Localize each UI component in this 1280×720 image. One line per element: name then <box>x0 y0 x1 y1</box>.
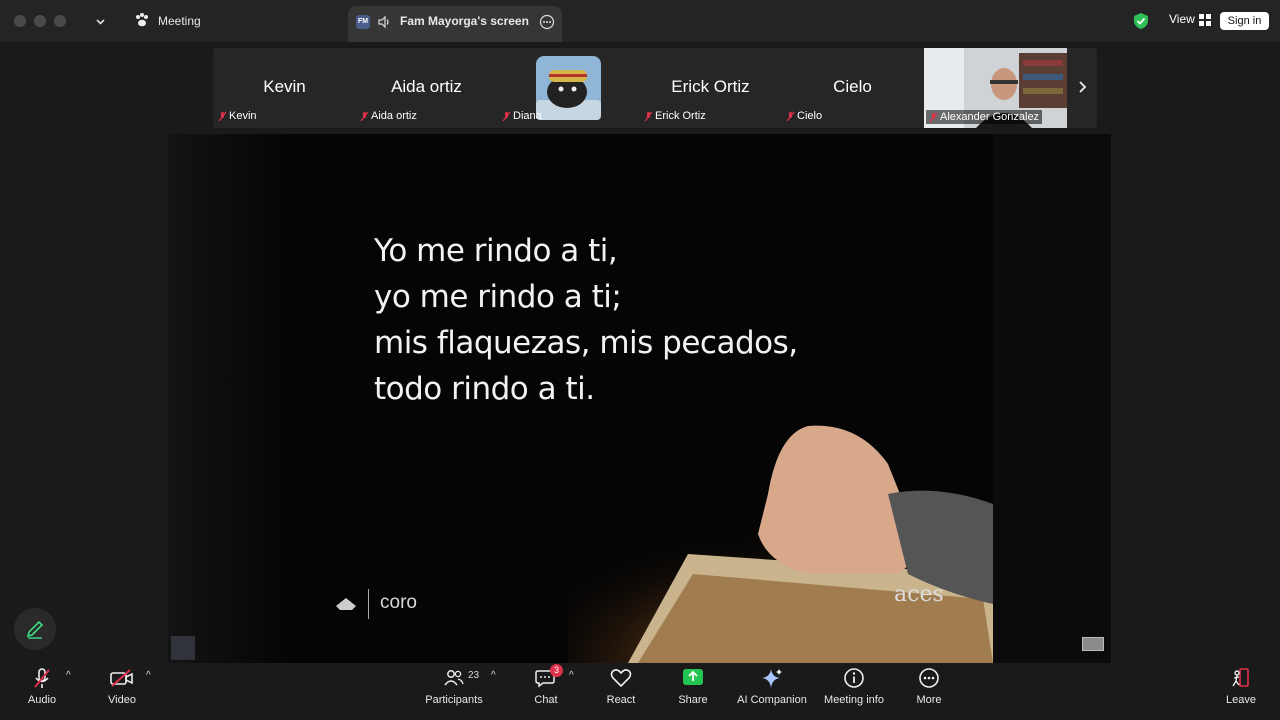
lyric-line: todo rindo a ti. <box>374 371 595 407</box>
participant-strip: Kevin Kevin Aida ortiz Aida ortiz Diana … <box>213 48 1097 128</box>
video-off-icon <box>110 669 133 687</box>
mic-muted-icon <box>786 111 795 121</box>
section-label: coro <box>380 592 417 613</box>
mic-off-icon <box>34 668 50 688</box>
heart-icon <box>610 669 632 688</box>
annotate-button[interactable] <box>14 608 56 650</box>
participants-icon <box>444 670 464 686</box>
react-button[interactable]: React <box>600 664 642 720</box>
meeting-title: Meeting <box>158 14 201 28</box>
participant-display-name: Cielo <box>833 77 872 96</box>
shield-check-icon[interactable] <box>1133 12 1149 30</box>
chat-button[interactable]: 3 Chat <box>525 664 567 720</box>
slide-thumbnail <box>171 636 195 660</box>
shared-screen: Yo me rindo a ti, yo me rindo a ti; mis … <box>168 134 1111 663</box>
view-button[interactable]: View <box>1169 12 1195 26</box>
participants-label: Participants <box>425 694 483 706</box>
participant-name: Alexander Gonzalez <box>940 111 1040 123</box>
participant-avatar-photo <box>536 56 601 120</box>
church-logo-icon <box>336 598 356 610</box>
lyric-line: mis flaquezas, mis pecados, <box>374 325 798 361</box>
leave-icon <box>1232 668 1249 687</box>
chat-unread-badge: 3 <box>550 664 563 677</box>
mic-muted-icon <box>929 112 938 122</box>
participants-options-caret[interactable]: ^ <box>491 670 496 681</box>
mic-muted-icon <box>502 111 511 121</box>
minimize-window-button[interactable] <box>34 15 46 27</box>
video-label: Video <box>108 694 136 706</box>
audio-button[interactable]: Audio <box>18 664 66 720</box>
react-label: React <box>606 694 636 706</box>
lyric-line: Yo me rindo a ti, <box>374 233 618 269</box>
more-options-icon[interactable] <box>539 14 555 30</box>
participant-label: Erick Ortiz <box>644 110 706 122</box>
title-bar: Meeting FM Fam Mayorga's screen View Sig… <box>0 0 1280 42</box>
meeting-info-button[interactable]: Meeting info <box>818 664 890 720</box>
screen-share-tab[interactable]: FM Fam Mayorga's screen <box>348 6 562 42</box>
lyrics-text: Yo me rindo a ti, yo me rindo a ti; mis … <box>374 228 798 412</box>
more-label: More <box>916 694 942 706</box>
leave-label: Leave <box>1226 694 1256 706</box>
participant-tile[interactable]: Erick Ortiz Erick Ortiz <box>640 48 781 128</box>
participants-button[interactable]: 23 Participants <box>420 664 488 720</box>
mic-muted-icon <box>360 111 369 121</box>
watermark-logo: aces <box>894 582 944 607</box>
share-button[interactable]: Share <box>672 664 714 720</box>
chevron-right-icon[interactable] <box>1077 80 1087 94</box>
participant-label: Kevin <box>218 110 257 122</box>
more-icon <box>919 668 939 688</box>
participant-name: Aida ortiz <box>371 110 417 122</box>
meeting-info-label: Meeting info <box>824 694 884 706</box>
participant-name: Kevin <box>229 110 257 122</box>
audio-options-caret[interactable]: ^ <box>66 670 71 681</box>
participant-tile[interactable]: Diana <box>498 48 639 128</box>
lyric-line: yo me rindo a ti; <box>374 279 622 315</box>
mic-muted-icon <box>644 111 653 121</box>
paw-icon <box>136 13 148 27</box>
participant-label: Aida ortiz <box>360 110 417 122</box>
share-label: Share <box>678 694 708 706</box>
close-window-button[interactable] <box>14 15 26 27</box>
chevron-down-icon[interactable] <box>95 16 106 27</box>
participant-display-name: Kevin <box>263 77 306 96</box>
ai-companion-button[interactable]: AI Companion <box>734 664 810 720</box>
sharer-avatar: FM <box>356 15 370 29</box>
more-button[interactable]: More <box>908 664 950 720</box>
speaker-icon <box>378 15 389 29</box>
participant-name: Erick Ortiz <box>655 110 706 122</box>
divider <box>368 589 369 619</box>
grid-view-icon[interactable] <box>1199 14 1211 26</box>
mic-muted-icon <box>218 111 227 121</box>
pencil-icon <box>26 620 44 639</box>
video-button[interactable]: Video <box>98 664 146 720</box>
maximize-window-button[interactable] <box>54 15 66 27</box>
participant-label: Cielo <box>786 110 822 122</box>
participant-name: Cielo <box>797 110 823 122</box>
sign-in-button[interactable]: Sign in <box>1220 12 1269 30</box>
participant-tile[interactable]: Alexander Gonzalez <box>924 48 1067 128</box>
participant-display-name: Aida ortiz <box>391 77 462 96</box>
participant-tile[interactable]: Cielo Cielo <box>782 48 923 128</box>
share-tab-label: Fam Mayorga's screen <box>400 14 529 28</box>
ai-companion-label: AI Companion <box>737 694 807 706</box>
chat-options-caret[interactable]: ^ <box>569 670 574 681</box>
share-screen-icon <box>683 669 703 685</box>
participant-name: Diana <box>513 110 542 122</box>
meeting-toolbar: Audio ^ Video ^ 23 Participants ^ 3 Chat… <box>0 664 1280 720</box>
corner-badge <box>1082 637 1104 651</box>
chat-label: Chat <box>534 694 558 706</box>
participant-label: Alexander Gonzalez <box>926 110 1043 124</box>
participant-tile[interactable]: Kevin Kevin <box>214 48 355 128</box>
audio-label: Audio <box>27 694 57 706</box>
participant-display-name: Erick Ortiz <box>671 77 750 96</box>
participants-count: 23 <box>468 670 480 681</box>
info-icon <box>844 668 864 688</box>
leave-button[interactable]: Leave <box>1220 664 1262 720</box>
participant-tile[interactable]: Aida ortiz Aida ortiz <box>356 48 497 128</box>
video-options-caret[interactable]: ^ <box>146 670 151 681</box>
sparkle-icon <box>762 669 782 688</box>
participant-label: Diana <box>502 110 542 122</box>
